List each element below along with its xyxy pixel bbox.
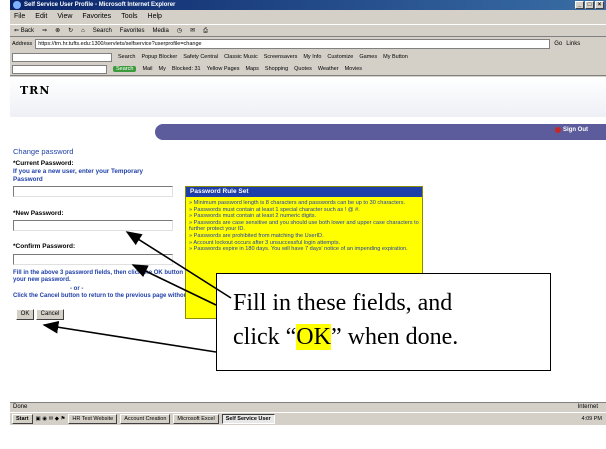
signout-label: Sign Out [563,127,588,133]
cancel-instructions-text: Click the Cancel button to return to the… [13,293,213,299]
search-button[interactable]: Search [93,25,112,36]
new-password-input[interactable] [13,220,173,231]
toolbar2-search-input[interactable] [12,64,107,74]
status-bar: Done Internet [10,402,606,412]
link-blocked[interactable]: Blocked: 31 [172,66,201,72]
links-toolbar-2: Search Mail My Blocked: 31 Yellow Pages … [10,63,606,76]
site-logo: TRN [20,84,51,97]
window-title: Self Service User Profile - Microsoft In… [24,2,176,8]
ie-icon [13,1,21,9]
link-safety-central[interactable]: Safety Central [183,54,218,60]
mail-icon[interactable]: ✉ [190,25,195,36]
media-button[interactable]: Media [152,25,168,36]
rule-item: » Passwords are case sensitive and you s… [189,219,419,233]
link-yellow-pages[interactable]: Yellow Pages [207,66,240,72]
taskbar-item-hr-test[interactable]: HR Test Website [68,414,118,424]
callout-line-1: Fill in these fields, and [233,290,453,316]
signout-link[interactable]: Sign Out [555,127,588,133]
quicklaunch-icons[interactable]: ▣ ◉ ✉ ◆ ⚑ [36,416,66,422]
print-icon[interactable]: ⎙ [203,25,208,36]
new-password-label: *New Password: [13,210,64,217]
callout-highlight: OK [296,324,331,350]
rule-item: » Minimum password length is 8 character… [189,200,406,206]
confirm-password-input[interactable] [13,254,173,265]
confirm-password-label: *Confirm Password: [13,243,76,250]
menu-tools[interactable]: Tools [121,11,137,23]
current-password-note: If you are a new user, enter your Tempor… [13,168,144,183]
menu-help[interactable]: Help [148,11,162,23]
stop-icon[interactable]: ⊗ [55,25,60,36]
status-text: Done [13,404,28,410]
header-bar: Sign Out [155,124,606,140]
close-button[interactable]: × [595,1,604,9]
refresh-icon[interactable]: ↻ [68,25,73,36]
standard-toolbar: ⇐ Back ⇒ ⊗ ↻ ⌂ Search Favorites Media ◷ … [10,24,606,37]
annotation-callout: Fill in these fields, and click “OK” whe… [216,273,551,371]
toolbar-search-input[interactable] [12,52,112,62]
link-shopping[interactable]: Shopping [265,66,288,72]
or-separator: - or - [70,286,84,292]
favorites-button[interactable]: Favorites [120,25,145,36]
taskbar-clock: 4:09 PM [581,416,602,422]
popup-blocker-button[interactable]: Popup Blocker [141,54,177,60]
address-label: Address [12,41,33,47]
forward-icon[interactable]: ⇒ [42,25,47,36]
link-classic-music[interactable]: Classic Music [224,54,258,60]
cancel-button[interactable]: Cancel [36,309,64,320]
menu-edit[interactable]: Edit [35,11,47,23]
rule-item: » Account lockout occurs after 3 unsucce… [189,239,341,246]
link-customize[interactable]: Customize [327,54,353,60]
menu-bar: File Edit View Favorites Tools Help [10,11,606,23]
status-zone: Internet [577,404,598,410]
go-button[interactable]: Go [554,41,562,47]
link-mail[interactable]: Mail [142,66,152,72]
rule-item: » Passwords must contain at least 1 spec… [189,206,360,213]
current-password-label: *Current Password: [13,160,74,167]
callout-line-2: click “OK” when done. [233,320,534,354]
link-movies[interactable]: Movies [345,66,362,72]
rules-list: » Minimum password length is 8 character… [186,197,422,253]
window-titlebar: Self Service User Profile - Microsoft In… [10,0,606,10]
back-button[interactable]: ⇐ Back [14,25,34,36]
minimize-button[interactable]: _ [575,1,584,9]
start-button[interactable]: Start [12,414,33,424]
link-games[interactable]: Games [359,54,377,60]
address-input[interactable]: https://trn.hr.tufts.edu:1300/servlets/s… [35,39,551,49]
link-my[interactable]: My [159,66,166,72]
history-icon[interactable]: ◷ [177,25,182,36]
ok-button[interactable]: OK [16,309,34,320]
home-icon[interactable]: ⌂ [81,25,85,36]
toolbar2-search-button[interactable]: Search [113,66,137,72]
menu-favorites[interactable]: Favorites [82,11,111,23]
rule-item: » Passwords must contain at least 2 nume… [189,213,317,220]
maximize-button[interactable]: □ [585,1,594,9]
taskbar-item-excel[interactable]: Microsoft Excel [173,414,219,424]
link-weather[interactable]: Weather [318,66,339,72]
taskbar-item-self-service[interactable]: Self Service User [221,414,275,424]
callout-line-2-suffix: ” when done. [330,324,459,350]
callout-line-2-prefix: click “ [233,324,297,350]
menu-view[interactable]: View [57,11,72,23]
current-password-input[interactable] [13,186,173,197]
link-quotes[interactable]: Quotes [294,66,312,72]
rules-heading: Password Rule Set [186,187,422,197]
menu-file[interactable]: File [14,11,25,23]
window-controls: _ □ × [575,1,604,9]
address-bar: Address https://trn.hr.tufts.edu:1300/se… [10,38,606,50]
toolbar-search-button[interactable]: Search [118,54,135,60]
link-screensavers[interactable]: Screensavers [264,54,298,60]
links-toolbar: Search Popup Blocker Safety Central Clas… [10,51,606,63]
windows-taskbar: Start ▣ ◉ ✉ ◆ ⚑ HR Test Website Account … [10,412,606,425]
links-button[interactable]: Links [566,41,580,47]
instructions-text: Fill in the above 3 password fields, the… [13,270,206,283]
rule-item: » Passwords are prohibited from matching… [189,232,324,239]
page-title: Change password [13,147,74,156]
site-header: TRN [10,77,606,117]
link-my-info[interactable]: My Info [303,54,321,60]
taskbar-item-account-creation[interactable]: Account Creation [120,414,171,424]
signout-icon [555,127,561,133]
link-maps[interactable]: Maps [245,66,258,72]
rule-item: » Passwords expire in 180 days. You will… [189,246,408,253]
link-my-button[interactable]: My Button [383,54,408,60]
